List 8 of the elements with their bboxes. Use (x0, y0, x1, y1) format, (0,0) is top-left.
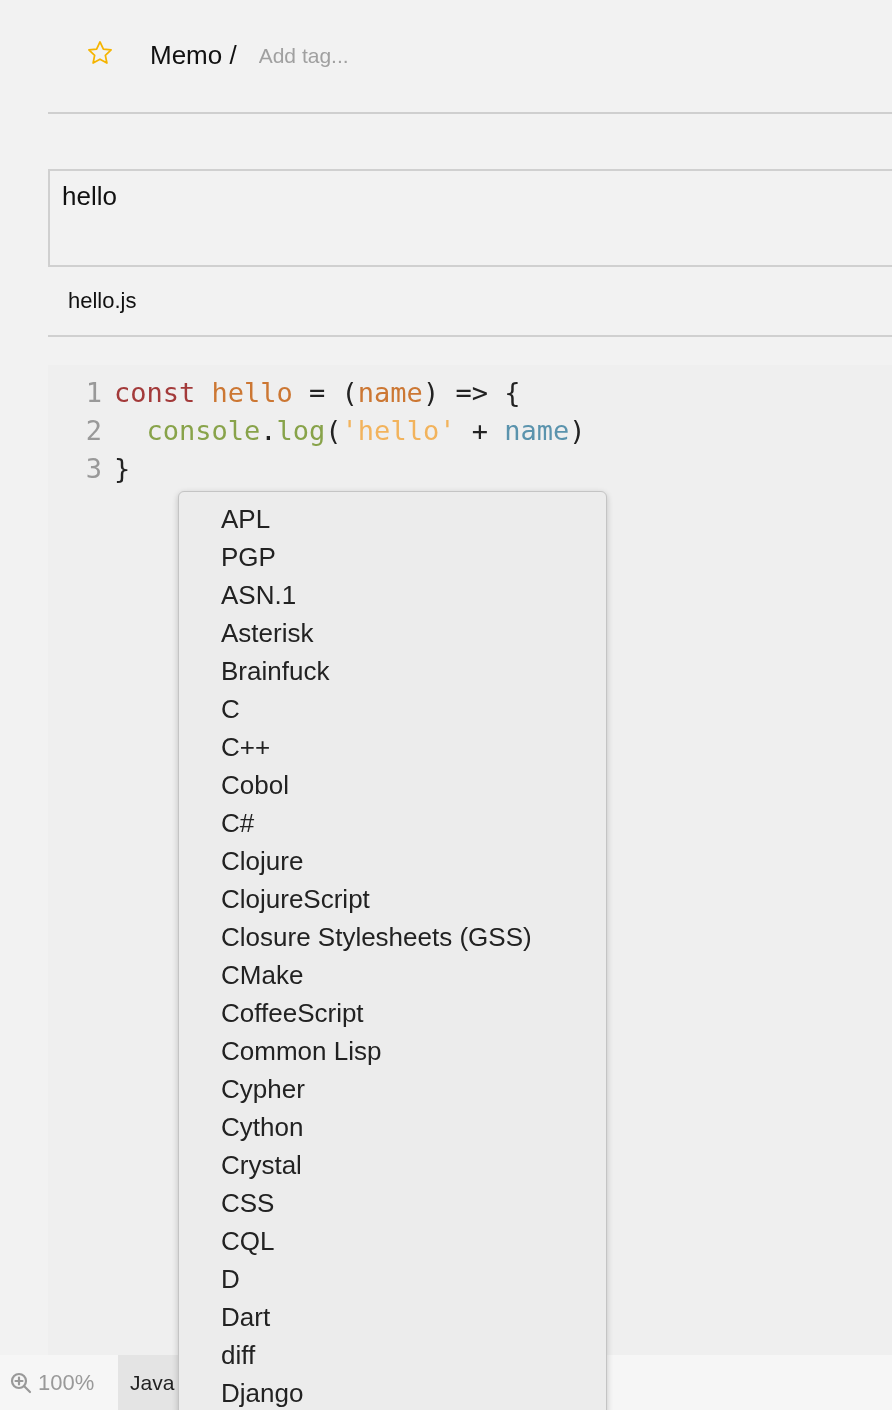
code-line: console.log('hello' + name) (145, 414, 586, 446)
line-number: 2 (84, 414, 103, 446)
code-line: } (114, 452, 131, 484)
line-number: 1 (84, 376, 103, 408)
line-number: 3 (84, 452, 103, 484)
memo-title: Memo / (150, 39, 237, 71)
code-line: const hello = (name) => { (114, 376, 521, 408)
zoom-level: 100% (38, 1369, 95, 1396)
